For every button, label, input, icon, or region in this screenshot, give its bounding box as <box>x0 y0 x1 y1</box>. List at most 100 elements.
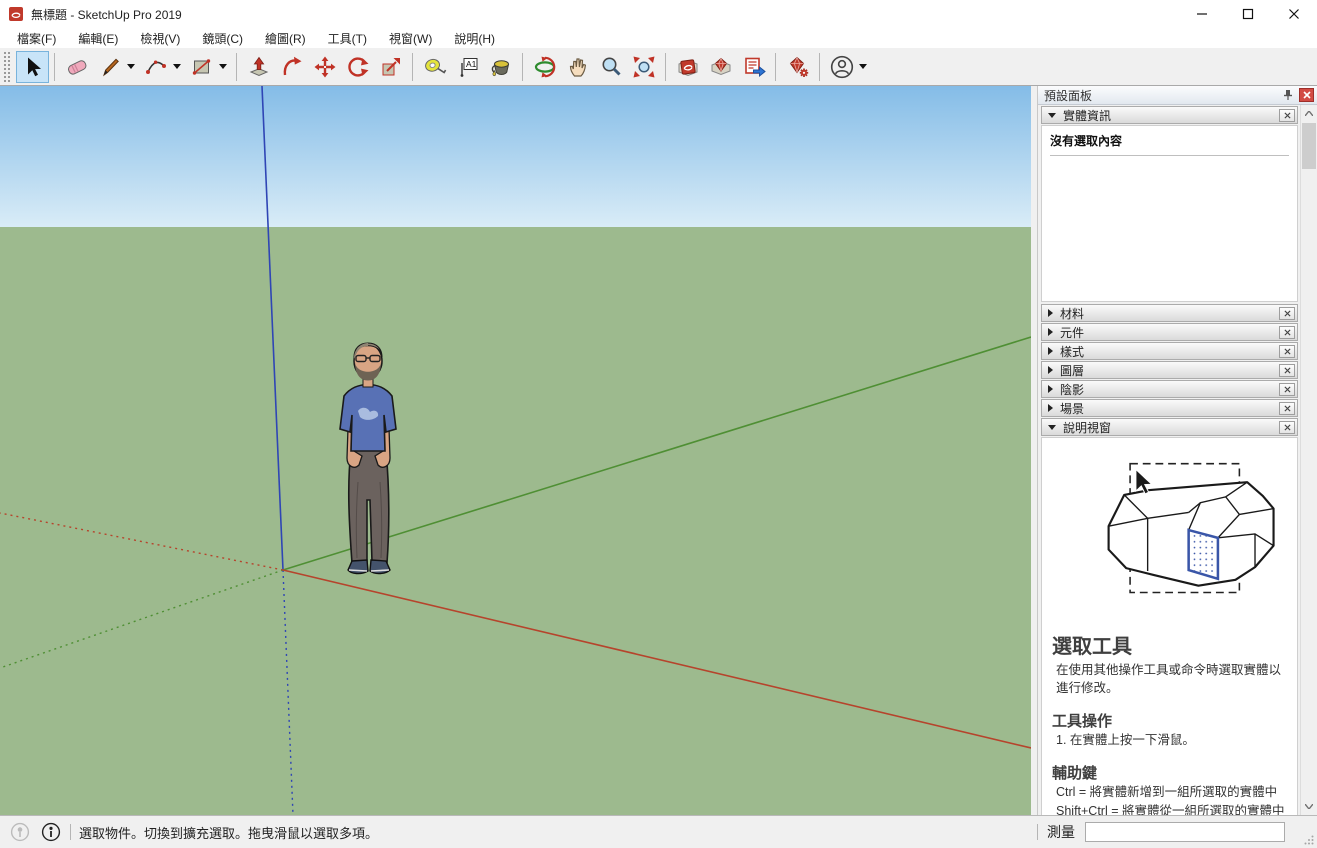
extension-warehouse-button[interactable] <box>704 51 737 83</box>
panel-scrollbar[interactable] <box>1300 105 1317 815</box>
section-instructor[interactable]: 說明視窗 <box>1041 418 1298 436</box>
section-close-icon[interactable] <box>1279 402 1295 415</box>
menu-view[interactable]: 檢視(V) <box>129 28 191 49</box>
push-pull-tool-button[interactable] <box>242 51 275 83</box>
rectangle-icon <box>190 55 214 79</box>
sketchup-logo-icon <box>8 6 24 22</box>
instructor-modifiers-heading: 輔助鍵 <box>1052 762 1287 783</box>
arc-tool-dropdown-icon[interactable] <box>173 64 181 69</box>
send-to-layout-button[interactable] <box>737 51 770 83</box>
arc-icon <box>144 55 168 79</box>
section-close-icon[interactable] <box>1279 421 1295 434</box>
arc-tool-button[interactable] <box>139 51 172 83</box>
section-components[interactable]: 元件 <box>1041 323 1298 341</box>
tray-body: 實體資訊 沒有選取內容 材料 元件 樣式 圖層 <box>1038 105 1300 815</box>
rectangle-tool-button[interactable] <box>185 51 218 83</box>
menu-window[interactable]: 視窗(W) <box>378 28 443 49</box>
measurements-area: 測量 <box>1037 816 1285 848</box>
scale-tool-button[interactable] <box>374 51 407 83</box>
section-styles[interactable]: 樣式 <box>1041 342 1298 360</box>
move-tool-button[interactable] <box>308 51 341 83</box>
zoom-tool-button[interactable] <box>594 51 627 83</box>
pan-tool-button[interactable] <box>561 51 594 83</box>
extension-manager-button[interactable] <box>781 51 814 83</box>
pin-icon[interactable] <box>1280 88 1296 103</box>
menu-edit[interactable]: 編輯(E) <box>67 28 129 49</box>
rotate-tool-button[interactable] <box>341 51 374 83</box>
3d-warehouse-button[interactable] <box>671 51 704 83</box>
paint-bucket-tool-button[interactable] <box>484 51 517 83</box>
statusbar-separator <box>70 824 71 840</box>
scroll-up-icon[interactable] <box>1301 105 1317 122</box>
status-bar: 選取物件。切換到擴充選取。拖曳滑鼠以選取多項。 測量 <box>0 815 1317 848</box>
section-close-icon[interactable] <box>1279 326 1295 339</box>
section-materials[interactable]: 材料 <box>1041 304 1298 322</box>
menu-camera[interactable]: 鏡頭(C) <box>191 28 254 49</box>
measurements-input[interactable] <box>1085 822 1285 842</box>
select-tool-button[interactable] <box>16 51 49 83</box>
tray-close-icon[interactable] <box>1299 88 1314 102</box>
sign-in-button[interactable] <box>825 51 858 83</box>
menu-tools[interactable]: 工具(T) <box>317 28 378 49</box>
section-label: 元件 <box>1060 324 1279 341</box>
3d-warehouse-icon <box>676 55 700 79</box>
instructor-title: 選取工具 <box>1052 630 1287 659</box>
line-tool-dropdown-icon[interactable] <box>127 64 135 69</box>
section-close-icon[interactable] <box>1279 307 1295 320</box>
zoom-icon <box>599 55 623 79</box>
toolbar-separator <box>775 53 776 81</box>
maximize-icon[interactable] <box>1225 0 1271 28</box>
scale-icon <box>379 55 403 79</box>
section-close-icon[interactable] <box>1279 364 1295 377</box>
instructor-content: 選取工具 在使用其他操作工具或命令時選取實體以進行修改。 工具操作 1. 在實體… <box>1041 437 1298 816</box>
menu-help[interactable]: 說明(H) <box>443 28 506 49</box>
viewport-canvas[interactable] <box>0 86 1031 815</box>
expand-arrow-icon <box>1048 347 1053 355</box>
text-icon: A1 <box>456 55 480 79</box>
scrollbar-thumb[interactable] <box>1302 123 1316 169</box>
menu-file[interactable]: 檔案(F) <box>6 28 67 49</box>
section-entity-info[interactable]: 實體資訊 <box>1041 106 1298 124</box>
svg-text:A1: A1 <box>466 59 477 69</box>
section-shadows[interactable]: 陰影 <box>1041 380 1298 398</box>
rectangle-tool-dropdown-icon[interactable] <box>219 64 227 69</box>
modeling-viewport[interactable] <box>0 86 1031 815</box>
resize-grip-icon[interactable] <box>1304 835 1314 845</box>
toolbar-separator <box>522 53 523 81</box>
geolocation-icon[interactable] <box>9 821 31 843</box>
minimize-icon[interactable] <box>1179 0 1225 28</box>
tray-title: 預設面板 <box>1044 87 1280 104</box>
follow-me-tool-button[interactable] <box>275 51 308 83</box>
pan-hand-icon <box>566 55 590 79</box>
sketchup-window: { "window": { "title": "無標題 - SketchUp P… <box>0 0 1317 848</box>
text-tool-button[interactable]: A1 <box>451 51 484 83</box>
extension-warehouse-icon <box>709 55 733 79</box>
section-close-icon[interactable] <box>1279 345 1295 358</box>
section-close-icon[interactable] <box>1279 383 1295 396</box>
orbit-tool-button[interactable] <box>528 51 561 83</box>
credits-icon[interactable] <box>40 821 62 843</box>
section-close-icon[interactable] <box>1279 109 1295 122</box>
scroll-down-icon[interactable] <box>1301 798 1317 815</box>
select-tool-illustration <box>1052 446 1296 618</box>
eraser-icon <box>65 55 89 79</box>
push-pull-icon <box>247 55 271 79</box>
instructor-description: 在使用其他操作工具或命令時選取實體以進行修改。 <box>1056 661 1287 697</box>
menu-draw[interactable]: 繪圖(R) <box>254 28 317 49</box>
toolbar-separator <box>54 53 55 81</box>
section-label: 說明視窗 <box>1063 419 1279 436</box>
expand-arrow-icon <box>1048 309 1053 317</box>
line-tool-button[interactable] <box>93 51 126 83</box>
toolbar-drag-handle[interactable] <box>4 52 10 82</box>
sign-in-dropdown-icon[interactable] <box>859 64 867 69</box>
sky <box>0 86 1031 227</box>
zoom-extents-tool-button[interactable] <box>627 51 660 83</box>
default-tray-panel: 預設面板 實體資訊 沒有選取內容 材料 元件 <box>1037 86 1317 815</box>
menu-bar: 檔案(F) 編輯(E) 檢視(V) 鏡頭(C) 繪圖(R) 工具(T) 視窗(W… <box>0 28 1317 48</box>
section-layers[interactable]: 圖層 <box>1041 361 1298 379</box>
close-icon[interactable] <box>1271 0 1317 28</box>
section-scenes[interactable]: 場景 <box>1041 399 1298 417</box>
tape-measure-tool-button[interactable] <box>418 51 451 83</box>
section-label: 陰影 <box>1060 381 1279 398</box>
eraser-tool-button[interactable] <box>60 51 93 83</box>
